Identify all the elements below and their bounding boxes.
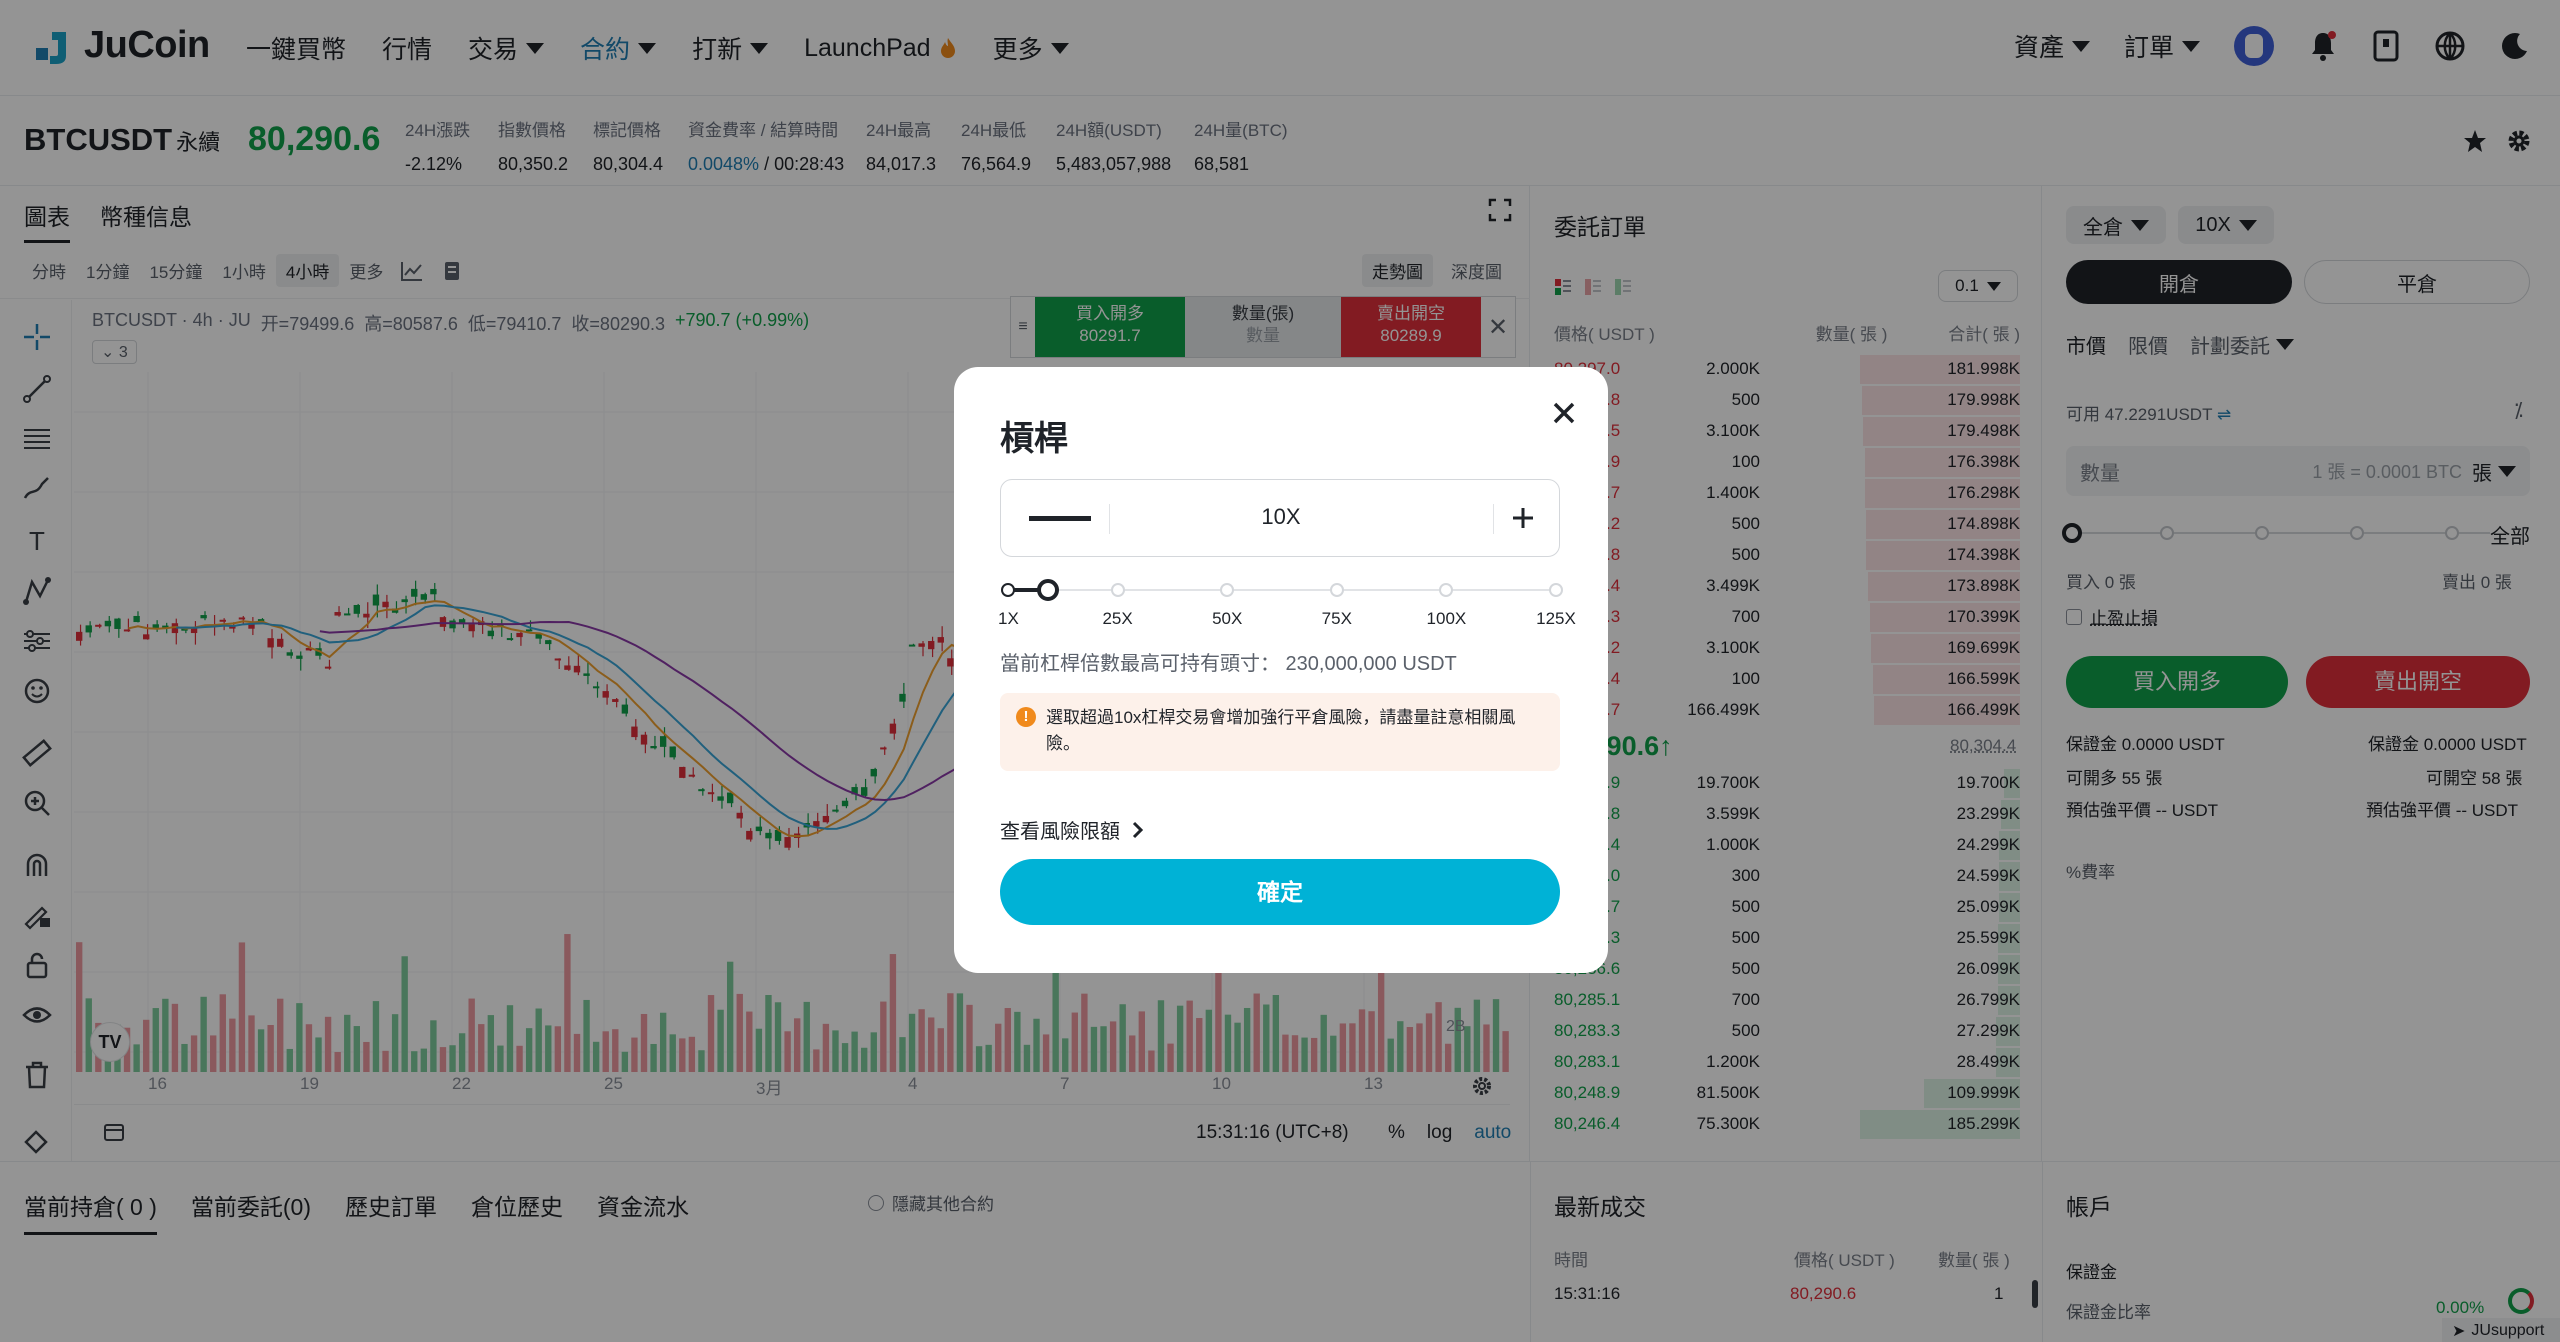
slider-mark-dot[interactable]	[1110, 583, 1125, 597]
leverage-input[interactable]: 10X	[1113, 504, 1449, 530]
leverage-modal: 槓桿 10X 1X 25X 50X 75X 100X 125X 當前杠桿倍數最高可持有頭寸…	[954, 367, 1608, 973]
increase-button[interactable]	[1511, 506, 1535, 530]
divider	[1109, 504, 1110, 534]
slider-mark-dot[interactable]	[1220, 583, 1235, 597]
modal-title: 槓桿	[1000, 420, 1068, 458]
slider-mark-dot[interactable]	[1001, 583, 1015, 597]
warning-text: 選取超過10x杠桿交易會增加強行平倉風險，請盡量註意相關風險。	[1046, 708, 1516, 753]
slider-mark-label: 100X	[1426, 609, 1467, 628]
chevron-right-icon	[1132, 821, 1144, 838]
risk-warning: ! 選取超過10x杠桿交易會增加強行平倉風險，請盡量註意相關風險。	[1000, 693, 1560, 771]
slider-track	[1008, 589, 1556, 591]
slider-mark-label: 25X	[1102, 609, 1133, 628]
slider-mark-label: 125X	[1536, 609, 1576, 628]
leverage-stepper: 10X	[1000, 479, 1560, 557]
close-icon[interactable]	[1552, 401, 1576, 425]
slider-mark-dot[interactable]	[1549, 583, 1563, 597]
divider	[1493, 504, 1494, 534]
risk-limit-label: 查看風險限額	[1000, 821, 1120, 843]
slider-mark-label: 1X	[998, 609, 1019, 628]
decrease-button[interactable]	[1029, 516, 1091, 521]
leverage-slider[interactable]: 1X 25X 50X 75X 100X 125X	[998, 579, 1576, 641]
slider-mark-dot[interactable]	[1329, 583, 1344, 597]
max-position-note: 當前杠桿倍數最高可持有頭寸： 230,000,000 USDT	[1000, 653, 1457, 675]
slider-mark-label: 50X	[1212, 609, 1243, 628]
slider-mark-label: 75X	[1321, 609, 1352, 628]
warning-icon: !	[1016, 707, 1036, 727]
risk-limit-link[interactable]: 查看風險限額	[1000, 815, 1144, 844]
confirm-button[interactable]: 確定	[1000, 859, 1560, 925]
slider-handle[interactable]	[1037, 579, 1059, 601]
slider-mark-dot[interactable]	[1439, 583, 1454, 597]
